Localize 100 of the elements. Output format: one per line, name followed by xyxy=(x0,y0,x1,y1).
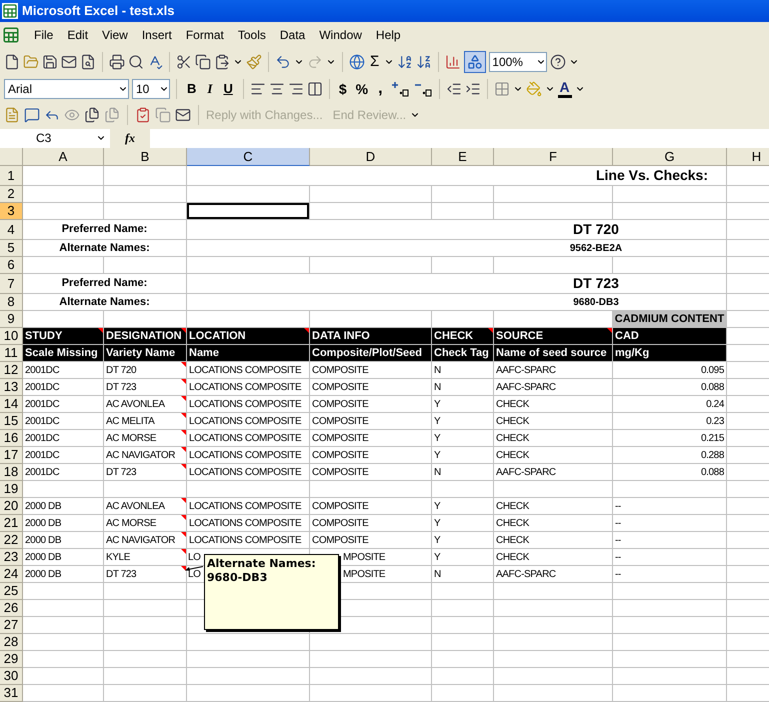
row-header[interactable]: 8 xyxy=(0,294,23,311)
row-header[interactable]: 27 xyxy=(0,617,23,634)
column-header[interactable]: A xyxy=(23,148,104,166)
document-icon[interactable] xyxy=(4,107,20,123)
new-document-icon[interactable] xyxy=(4,54,20,70)
copy-icon[interactable] xyxy=(195,54,211,70)
row-header[interactable]: 16 xyxy=(0,430,23,447)
row-header[interactable]: 24 xyxy=(0,566,23,583)
column-header[interactable]: E xyxy=(432,148,494,166)
spreadsheet-icon[interactable] xyxy=(2,26,20,44)
align-center-icon[interactable] xyxy=(268,81,285,97)
documents-icon[interactable] xyxy=(84,107,100,123)
paste-icon[interactable] xyxy=(214,54,230,70)
currency-button[interactable]: $ xyxy=(336,78,350,100)
row-header[interactable]: 7 xyxy=(0,274,23,294)
menu-item[interactable]: Edit xyxy=(61,26,94,44)
column-header[interactable]: G xyxy=(613,148,727,166)
save-icon[interactable] xyxy=(42,54,58,70)
menu-item[interactable]: Tools xyxy=(232,26,272,44)
increase-decimal-icon[interactable] xyxy=(390,81,410,97)
row-header[interactable]: 31 xyxy=(0,685,23,702)
zoom-field[interactable]: 100% xyxy=(489,52,548,72)
row-header[interactable]: 30 xyxy=(0,668,23,685)
menu-item[interactable]: View xyxy=(96,26,134,44)
printer-icon[interactable] xyxy=(109,54,125,70)
row-header[interactable]: 21 xyxy=(0,515,23,532)
bar-chart-icon[interactable] xyxy=(445,54,462,70)
autosum-button[interactable]: Σ xyxy=(368,50,382,74)
help-icon[interactable] xyxy=(550,54,566,70)
row-header[interactable]: 12 xyxy=(0,362,23,379)
scissors-icon[interactable] xyxy=(176,54,192,70)
column-header[interactable]: D xyxy=(310,148,432,166)
column-header[interactable]: H xyxy=(727,148,769,166)
name-box[interactable]: C3 xyxy=(0,128,110,148)
row-header[interactable]: 11 xyxy=(0,345,23,362)
menu-item[interactable]: Help xyxy=(370,26,407,44)
table-cell: LOCATIONS COMPOSITE xyxy=(187,447,310,464)
empty-cell xyxy=(432,583,494,600)
font-color-button[interactable]: A xyxy=(558,80,572,98)
comment-icon[interactable] xyxy=(24,107,40,123)
row-header[interactable]: 20 xyxy=(0,498,23,515)
table-cell: DT 720 xyxy=(104,362,187,379)
formula-field[interactable] xyxy=(150,128,769,148)
align-right-icon[interactable] xyxy=(288,81,304,97)
percent-button[interactable]: % xyxy=(352,78,372,100)
row-header[interactable]: 2 xyxy=(0,186,23,203)
column-header[interactable]: F xyxy=(494,148,613,166)
envelope-icon[interactable] xyxy=(61,54,77,70)
row-header[interactable]: 5 xyxy=(0,240,23,257)
table-cell: 0.24 xyxy=(613,396,727,413)
menu-item[interactable]: File xyxy=(28,26,60,44)
document-search-icon[interactable] xyxy=(80,54,96,70)
menu-item[interactable]: Data xyxy=(274,26,312,44)
sort-ascending-icon[interactable] xyxy=(397,54,414,70)
column-header[interactable]: B xyxy=(104,148,187,166)
font-field[interactable]: Arial xyxy=(4,79,129,99)
bold-button[interactable]: B xyxy=(183,79,200,99)
row-header[interactable]: 18 xyxy=(0,464,23,481)
header-cell: Name of seed source xyxy=(494,345,613,362)
envelope-icon[interactable] xyxy=(175,107,191,123)
row-header[interactable]: 10 xyxy=(0,328,23,345)
row-header[interactable]: 22 xyxy=(0,532,23,549)
row-header[interactable]: 9 xyxy=(0,311,23,328)
menu-item[interactable]: Window xyxy=(313,26,368,44)
sort-descending-icon[interactable] xyxy=(416,54,432,70)
italic-button[interactable]: I xyxy=(203,79,216,99)
globe-icon[interactable] xyxy=(349,54,365,70)
outdent-icon[interactable] xyxy=(446,81,462,97)
merge-cells-icon[interactable] xyxy=(306,81,323,97)
row-header[interactable]: 25 xyxy=(0,583,23,600)
column-header[interactable]: C xyxy=(187,148,310,166)
row-header[interactable]: 29 xyxy=(0,651,23,668)
row-header[interactable]: 4 xyxy=(0,220,23,240)
row-header[interactable]: 23 xyxy=(0,549,23,566)
undo-icon[interactable] xyxy=(275,54,291,70)
fill-color-icon[interactable] xyxy=(526,81,542,97)
row-header[interactable]: 17 xyxy=(0,447,23,464)
row-header[interactable]: 14 xyxy=(0,396,23,413)
row-header[interactable]: 6 xyxy=(0,257,23,274)
checklist-icon[interactable] xyxy=(135,107,151,123)
row-header[interactable]: 19 xyxy=(0,481,23,498)
font-size-field[interactable]: 10 xyxy=(132,79,170,99)
table-cell: CADMIUM CONTENT xyxy=(613,311,727,328)
row-header[interactable]: 26 xyxy=(0,600,23,617)
row-header[interactable]: 3 xyxy=(0,203,23,220)
indent-icon[interactable] xyxy=(464,81,481,97)
row-header[interactable]: 15 xyxy=(0,413,23,430)
underline-button[interactable]: U xyxy=(219,79,237,99)
comma-button[interactable]: , xyxy=(374,77,387,101)
row-header[interactable]: 28 xyxy=(0,634,23,651)
drawing-button[interactable] xyxy=(464,51,486,73)
menu-item[interactable]: Format xyxy=(180,26,230,44)
table-cell: AC AVONLEA xyxy=(104,396,187,413)
magnifier-icon[interactable] xyxy=(128,54,144,70)
function-label[interactable]: fx xyxy=(110,129,150,147)
table-cell: DT 723 xyxy=(104,379,187,396)
align-left-icon[interactable] xyxy=(250,81,266,97)
menu-item[interactable]: Insert xyxy=(136,26,178,44)
row-header[interactable]: 13 xyxy=(0,379,23,396)
row-header[interactable]: 1 xyxy=(0,166,23,186)
